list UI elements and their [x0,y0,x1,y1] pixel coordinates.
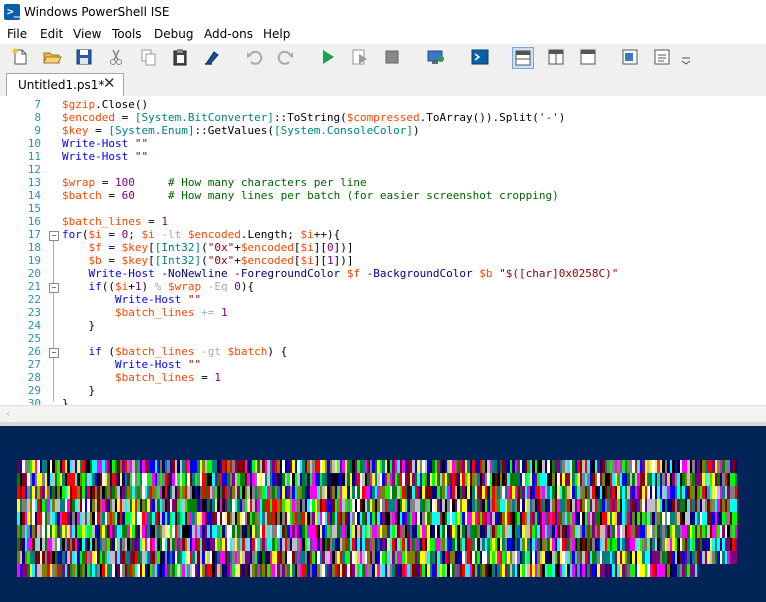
copy-icon[interactable] [138,47,158,67]
code-text: Write-Host "" [62,150,149,163]
line-number: 7 [34,98,41,111]
menu-file[interactable]: File [7,27,27,41]
start-powershell-icon[interactable] [470,47,490,67]
script-tab-strip: Untitled1.ps1* ✕ [0,70,766,97]
line-number: 29 [27,384,41,397]
new-remote-tab-icon[interactable] [426,47,446,67]
cut-icon[interactable] [106,47,126,67]
code-text: if ($batch_lines -gt $batch) { [88,345,288,358]
code-text: $b = $key[[Int32]("0x"+$encoded[$i][1])] [88,254,354,267]
menu-edit[interactable]: Edit [40,27,63,41]
code-text: $f = $key[[Int32]("0x"+$encoded[$i][0])] [88,241,354,254]
code-text: $wrap = 100 # How many characters per li… [62,176,367,189]
code-text: $batch_lines = 1 [114,371,221,384]
line-number: 21 [27,280,41,293]
code-text: } [62,397,69,405]
fold-toggle-icon[interactable]: − [49,231,59,241]
tab-label: Untitled1.ps1* [18,78,105,92]
script-pane-maximized-icon[interactable] [578,47,598,67]
undo-icon[interactable] [244,47,264,67]
line-number: 12 [27,163,41,176]
code-text: Write-Host "" [114,293,202,306]
menu-bar: File Edit View Tools Debug Add-ons Help [0,24,766,44]
line-number: 11 [27,150,41,163]
toolbar [0,44,766,71]
menu-tools[interactable]: Tools [112,27,142,41]
new-script-icon[interactable] [10,47,30,67]
script-pane-top-icon[interactable] [512,47,534,69]
line-number: 27 [27,358,41,371]
console-color-output [17,460,737,577]
code-text: $batch = 60 # How many lines per batch (… [62,189,559,202]
line-number: 30 [27,397,41,405]
code-text: for($i = 0; $i -lt $encoded.Length; $i++… [62,228,341,241]
script-editor[interactable]: 7 $gzip.Close() 8 $encoded = [System.BitCon… [0,96,766,405]
tab-untitled1[interactable]: Untitled1.ps1* ✕ [6,73,124,96]
open-folder-icon[interactable] [42,47,62,67]
line-number: 19 [27,254,41,267]
line-number: 28 [27,371,41,384]
line-number: 14 [27,189,41,202]
line-number: 23 [27,306,41,319]
show-command-window-icon[interactable] [652,47,672,67]
code-text: $batch_lines = 1 [62,215,168,228]
redo-icon[interactable] [276,47,296,67]
line-number: 10 [27,137,41,150]
close-icon[interactable]: ✕ [103,74,116,92]
menu-debug[interactable]: Debug [154,27,193,41]
console-pane[interactable] [0,422,766,602]
code-text: $batch_lines += 1 [114,306,228,319]
save-icon[interactable] [74,47,94,67]
line-number: 24 [27,319,41,332]
show-script-pane-icon[interactable] [620,47,640,67]
code-text: $gzip.Close() [62,98,149,111]
line-number: 9 [34,124,41,137]
menu-view[interactable]: View [73,27,101,41]
fold-toggle-icon[interactable]: − [49,348,59,358]
code-text: } [62,319,96,332]
line-number: 26 [27,345,41,358]
line-number: 16 [27,215,41,228]
code-text: Write-Host "" [62,137,149,150]
script-pane-right-icon[interactable] [546,47,566,67]
code-text: $encoded = [System.BitConverter]::ToStri… [62,111,566,124]
scroll-left-icon[interactable]: ‹ [6,407,10,420]
line-number: 20 [27,267,41,280]
line-number: 13 [27,176,41,189]
fold-toggle-icon[interactable]: − [49,283,59,293]
toolbar-overflow-icon[interactable] [680,47,692,67]
line-number: 15 [27,202,41,215]
run-selection-icon[interactable] [350,47,370,67]
clear-console-icon[interactable] [202,47,222,67]
run-script-icon[interactable] [318,47,338,67]
powershell-icon: >_ [4,4,20,20]
line-number: 18 [27,241,41,254]
code-text: Write-Host "" [114,358,202,371]
fold-guide [53,241,54,401]
code-text: Write-Host -NoNewline -ForegroundColor $… [88,267,619,280]
horizontal-scrollbar[interactable]: ‹ [0,405,766,423]
menu-help[interactable]: Help [263,27,290,41]
window-title: Windows PowerShell ISE [24,5,170,19]
code-text: if(($i+1) % $wrap -Eq 0){ [88,280,255,293]
code-text: } [62,384,96,397]
title-bar: >_ Windows PowerShell ISE [0,0,766,24]
paste-icon[interactable] [170,47,190,67]
line-number: 22 [27,293,41,306]
line-number: 25 [27,332,41,345]
menu-add-ons[interactable]: Add-ons [204,27,253,41]
code-text: $key = [System.Enum]::GetValues([System.… [62,124,420,137]
stop-operation-icon[interactable] [382,47,402,67]
line-number: 17 [27,228,41,241]
line-number: 8 [34,111,41,124]
